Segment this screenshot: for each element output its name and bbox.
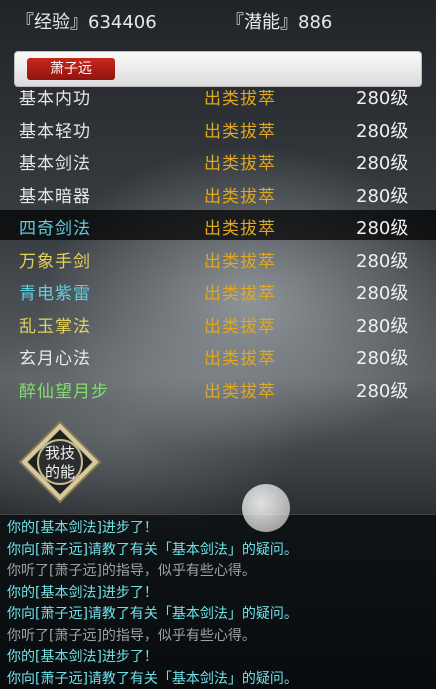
skill-level: 280级 <box>356 348 409 369</box>
skill-name: 基本轻功 <box>19 121 91 142</box>
skill-name: 基本暗器 <box>19 186 91 207</box>
skill-level: 280级 <box>356 153 409 174</box>
skill-grade: 出类拔萃 <box>204 90 276 109</box>
log-line: 你向[萧子远]请教了有关「基本剑法」的疑问。 <box>7 541 298 558</box>
skill-name: 乱玉掌法 <box>19 316 91 337</box>
skill-grade: 出类拔萃 <box>204 121 276 142</box>
skill-row[interactable]: 基本暗器 出类拔萃 280级 <box>0 178 436 208</box>
my-skills-label-1: 我技 <box>45 444 75 462</box>
log-line: 你向[萧子远]请教了有关「基本剑法」的疑问。 <box>7 606 298 622</box>
skill-row[interactable]: 基本内功 出类拔萃 280级 <box>0 90 436 110</box>
skill-list[interactable]: 基本内功 出类拔萃 280级 基本轻功 出类拔萃 280级 基本剑法 出类拔萃 280级 基本暗器… <box>0 90 436 400</box>
skill-level: 280级 <box>356 218 409 239</box>
skill-grade: 出类拔萃 <box>204 284 276 304</box>
skill-name: 基本剑法 <box>19 154 91 174</box>
skill-level: 280级 <box>356 380 409 401</box>
skill-level: 280级 <box>356 283 409 304</box>
skill-row[interactable]: 乱玉掌法 出类拔萃 280级 <box>0 308 436 338</box>
my-skills-button[interactable]: 我技 的能 <box>18 420 102 504</box>
log-line: 你的[基本剑法]进步了！ <box>7 584 158 601</box>
log-line: 你听了[萧子远]的指导，似乎有些心得。 <box>7 563 256 579</box>
log-line: 你听了[萧子远]的指导，似乎有些心得。 <box>7 627 256 644</box>
skill-row[interactable]: 基本轻功 出类拔萃 280级 <box>0 113 436 143</box>
virtual-joystick[interactable] <box>242 484 290 532</box>
stats-bar: 『经验』634406 『潜能』886 <box>0 8 436 34</box>
skill-level: 280级 <box>356 315 409 337</box>
skill-grade: 出类拔萃 <box>204 349 276 369</box>
skill-name: 万象手剑 <box>19 251 91 272</box>
message-log: 你的[基本剑法]进步了！ 你向[萧子远]请教了有关「基本剑法」的疑问。 你听了[萧子… <box>0 514 436 689</box>
skill-grade: 出类拔萃 <box>204 186 276 207</box>
skill-row[interactable]: 玄月心法 出类拔萃 280级 <box>0 340 436 370</box>
skill-row[interactable]: 万象手剑 出类拔萃 280级 <box>0 243 436 273</box>
my-skills-label-2: 的能 <box>45 463 75 481</box>
log-line: 你向[萧子远]请教了有关「基本剑法」的疑问。 <box>7 670 298 687</box>
teacher-tab-bar: 萧子远 <box>14 51 422 87</box>
log-line: 你的[基本剑法]进步了！ <box>7 520 158 536</box>
skill-grade: 出类拔萃 <box>204 251 276 272</box>
skill-level: 280级 <box>356 90 409 109</box>
skill-level: 280级 <box>356 120 409 142</box>
experience-value: 『经验』634406 <box>16 12 157 33</box>
potential-value: 『潜能』886 <box>226 12 333 33</box>
skill-name: 玄月心法 <box>19 349 91 369</box>
tab-teacher[interactable]: 萧子远 <box>27 58 115 80</box>
skill-name: 醉仙望月步 <box>19 381 109 401</box>
skill-row[interactable]: 青电紫雷 出类拔萃 280级 <box>0 275 436 305</box>
skill-grade: 出类拔萃 <box>204 154 276 174</box>
skill-grade: 出类拔萃 <box>204 316 276 337</box>
skill-grade: 出类拔萃 <box>204 219 276 239</box>
log-line: 你的[基本剑法]进步了！ <box>7 649 158 665</box>
skill-row[interactable]: 四奇剑法 出类拔萃 280级 <box>0 210 436 240</box>
skill-name: 四奇剑法 <box>19 219 91 239</box>
skill-level: 280级 <box>356 185 409 207</box>
skill-row[interactable]: 醉仙望月步 出类拔萃 280级 <box>0 373 436 401</box>
skill-grade: 出类拔萃 <box>204 381 276 401</box>
skill-name: 基本内功 <box>19 90 91 109</box>
skill-name: 青电紫雷 <box>19 284 91 304</box>
skill-level: 280级 <box>356 250 409 272</box>
skill-row[interactable]: 基本剑法 出类拔萃 280级 <box>0 145 436 175</box>
